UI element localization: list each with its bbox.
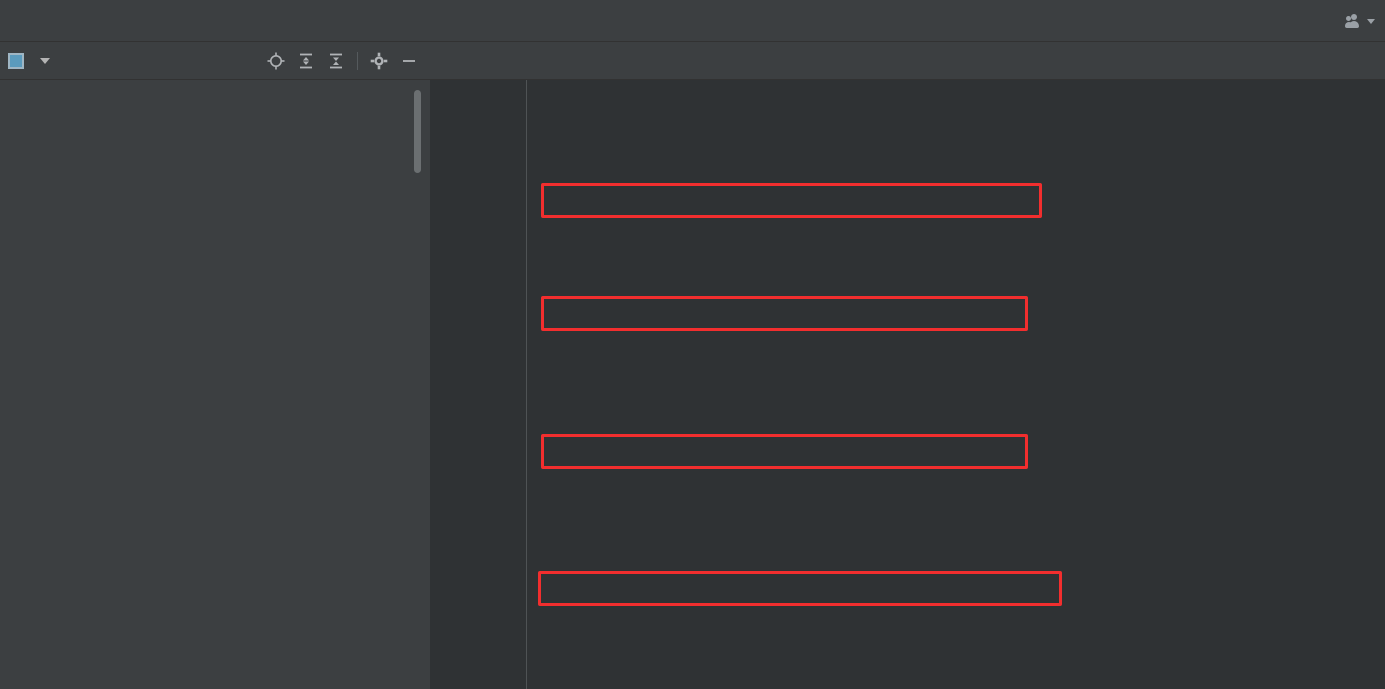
locate-icon[interactable] [267,52,285,70]
project-panel-header [0,42,430,80]
project-tree [0,80,430,689]
settings-gear-icon[interactable] [370,52,388,70]
project-icon [8,52,24,69]
editor-tab-bar [430,42,1385,80]
account-menu[interactable] [1345,0,1375,42]
expand-all-icon[interactable] [297,52,315,70]
collapse-all-icon[interactable] [327,52,345,70]
project-toolbar [267,51,422,70]
chevron-down-icon[interactable] [40,57,50,64]
code-editor[interactable] [430,80,1385,689]
toolbar-divider [357,51,358,70]
ide-window [0,0,1385,689]
chevron-down-icon [1367,18,1375,24]
hide-panel-icon[interactable] [400,52,418,70]
editor-gutter[interactable] [430,80,530,689]
people-icon [1345,14,1363,28]
breadcrumb-bar [0,0,1385,42]
project-tool-title[interactable] [8,52,50,69]
tree-scrollbar[interactable] [414,90,421,173]
gutter-divider [526,80,527,689]
